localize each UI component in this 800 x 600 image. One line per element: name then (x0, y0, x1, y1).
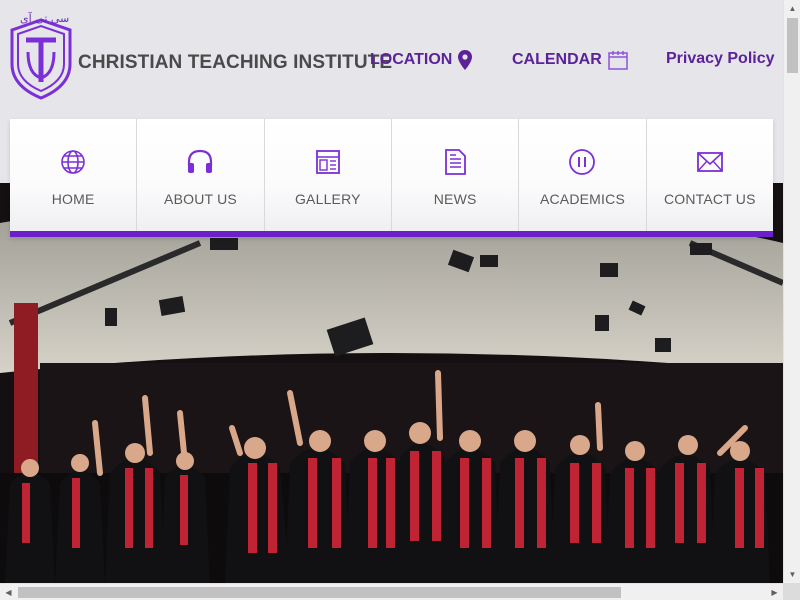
nav-label-about-us: ABOUT US (164, 191, 237, 207)
nav-label-gallery: GALLERY (294, 191, 361, 207)
nav-label-news: NEWS (433, 191, 477, 207)
scroll-left-arrow-icon[interactable]: ◀ (0, 584, 17, 600)
headphones-icon (188, 149, 213, 173)
nav-item-home[interactable]: HOME (10, 119, 138, 231)
vertical-scrollbar[interactable]: ▲ ▼ (783, 0, 800, 583)
horizontal-scroll-thumb[interactable] (18, 587, 621, 598)
nav-item-contact-us[interactable]: CONTACT US (646, 119, 773, 231)
gallery-icon (315, 150, 340, 174)
nav-item-news[interactable]: NEWS (391, 119, 520, 231)
document-icon (445, 149, 467, 175)
map-pin-icon (458, 50, 473, 70)
scroll-down-arrow-icon[interactable]: ▼ (784, 566, 800, 583)
site-header: سى تى آى CHRISTIAN TEACHING INSTITUTE LO… (0, 0, 783, 120)
nav-label-contact-us: CONTACT US (663, 191, 756, 207)
scroll-right-arrow-icon[interactable]: ▶ (766, 584, 783, 600)
institute-logo-icon[interactable] (8, 12, 74, 100)
vertical-scroll-thumb[interactable] (787, 18, 798, 73)
nav-item-about-us[interactable]: ABOUT US (137, 119, 265, 231)
globe-icon (61, 150, 85, 174)
nav-item-gallery[interactable]: GALLERY (264, 119, 392, 231)
calendar-link-label: CALENDAR (512, 51, 602, 68)
nav-item-academics[interactable]: ACADEMICS (519, 119, 647, 231)
pause-circle-icon (569, 149, 596, 175)
logo-arabic-text: سى تى آى (20, 12, 70, 25)
main-navigation: HOME ABOUT US GALLERY NEWS ACADEMICS CON… (10, 119, 773, 237)
nav-label-academics: ACADEMICS (539, 191, 625, 207)
scrollbar-corner (783, 583, 800, 600)
location-link-label: LOCATION (370, 51, 453, 68)
envelope-icon (696, 152, 723, 172)
hero-graduation-photo (0, 183, 783, 583)
location-link[interactable]: LOCATION (370, 50, 473, 70)
graduation-photo-illustration (0, 183, 783, 583)
privacy-policy-link[interactable]: Privacy Policy (666, 50, 775, 68)
horizontal-scrollbar[interactable]: ◀ ▶ (0, 583, 783, 600)
nav-label-home: HOME (51, 191, 95, 207)
scroll-up-arrow-icon[interactable]: ▲ (784, 0, 800, 17)
calendar-link[interactable]: CALENDAR (512, 50, 628, 70)
calendar-icon (608, 51, 628, 70)
privacy-policy-label: Privacy Policy (666, 50, 775, 67)
brand-name[interactable]: CHRISTIAN TEACHING INSTITUTE (78, 52, 392, 74)
